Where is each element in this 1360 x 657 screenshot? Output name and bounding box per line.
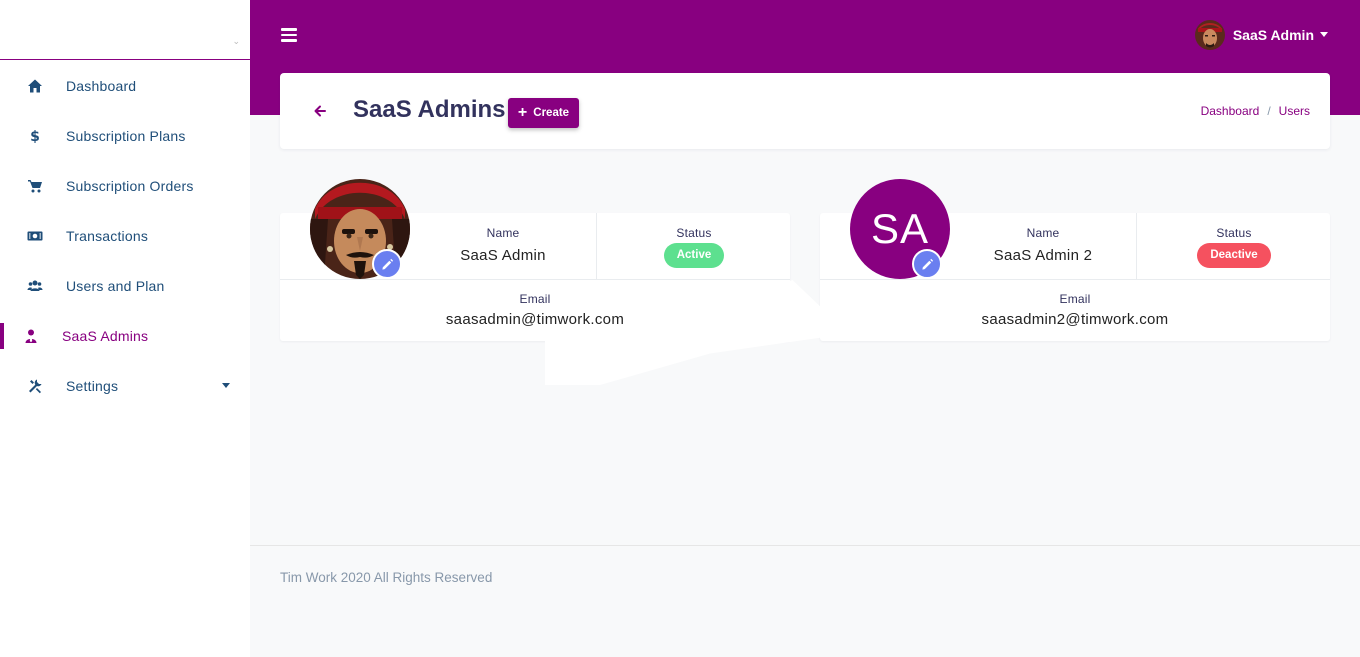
admin-card: SA Name SaaS Admin 2 Status Deactive Ema… <box>820 179 1330 341</box>
chevron-down-icon <box>1320 31 1328 37</box>
admin-status-cell: Status Active <box>598 213 790 279</box>
admin-email: saasadmin2@timwork.com <box>981 311 1169 328</box>
admin-name: SaaS Admin 2 <box>993 247 1093 264</box>
admin-status-cell: Status Deactive <box>1138 213 1330 279</box>
brand-area: ⌄ <box>0 0 250 60</box>
back-arrow-icon[interactable] <box>312 101 328 121</box>
sidebar-item-settings[interactable]: Settings <box>0 361 250 411</box>
cart-icon <box>26 177 44 195</box>
page-title: SaaS Admins <box>353 96 506 123</box>
email-label: Email <box>519 292 551 306</box>
breadcrumb-users[interactable]: Users <box>1279 104 1310 118</box>
edit-pencil-icon[interactable] <box>912 249 942 279</box>
tools-icon <box>26 377 44 395</box>
user-menu[interactable]: SaaS Admin <box>1194 20 1328 50</box>
email-label: Email <box>1059 292 1091 306</box>
sidebar-item-label: Subscription Orders <box>66 178 194 194</box>
admin-avatar <box>310 179 410 279</box>
admin-name-cell: Name SaaS Admin <box>410 213 597 279</box>
status-badge: Active <box>663 243 725 268</box>
admin-name-cell: Name SaaS Admin 2 <box>950 213 1137 279</box>
svg-text:$: $ <box>30 129 40 144</box>
name-label: Name <box>1026 226 1060 240</box>
admin-email-cell: Email saasadmin2@timwork.com <box>820 279 1330 341</box>
sidebar-item-subscription-orders[interactable]: Subscription Orders <box>0 161 250 211</box>
breadcrumb-dashboard[interactable]: Dashboard <box>1201 104 1260 118</box>
page-header-card: SaaS Admins + Create Dashboard / Users <box>280 73 1330 149</box>
sidebar-item-dashboard[interactable]: Dashboard <box>0 61 250 111</box>
sidebar-item-saas-admins[interactable]: SaaS Admins <box>0 311 250 361</box>
breadcrumb-separator: / <box>1267 104 1271 118</box>
status-label: Status <box>676 226 712 240</box>
sidebar-item-label: Transactions <box>66 228 149 244</box>
users-icon <box>26 277 44 295</box>
sidebar-item-transactions[interactable]: Transactions <box>0 211 250 261</box>
sidebar-item-label: Dashboard <box>66 78 137 94</box>
sidebar-item-subscription-plans[interactable]: $ Subscription Plans <box>0 111 250 161</box>
create-button[interactable]: + Create <box>508 98 579 128</box>
footer-copyright: Tim Work 2020 All Rights Reserved <box>280 570 493 585</box>
admin-avatar: SA <box>850 179 950 279</box>
status-badge: Deactive <box>1197 243 1271 268</box>
name-label: Name <box>486 226 520 240</box>
dollar-icon: $ <box>26 127 44 145</box>
brand-hint: ⌄ <box>232 36 240 46</box>
status-label: Status <box>1216 226 1252 240</box>
money-icon <box>26 227 44 245</box>
sidebar-nav: Dashboard $ Subscription Plans Subscript… <box>0 61 250 411</box>
sidebar-item-label: Settings <box>66 378 119 394</box>
sidebar-item-label: SaaS Admins <box>62 328 149 344</box>
user-name: SaaS Admin <box>1232 27 1314 43</box>
chevron-down-icon <box>222 383 230 388</box>
create-button-label: Create <box>533 107 570 119</box>
avatar <box>1194 20 1225 50</box>
menu-toggle-icon[interactable] <box>281 28 297 42</box>
user-tie-icon <box>22 327 40 345</box>
sidebar-item-label: Users and Plan <box>66 278 165 294</box>
edit-pencil-icon[interactable] <box>372 249 402 279</box>
home-icon <box>26 77 44 95</box>
breadcrumb: Dashboard / Users <box>1201 104 1310 118</box>
admin-name: SaaS Admin <box>460 247 546 264</box>
sidebar-item-users-and-plan[interactable]: Users and Plan <box>0 261 250 311</box>
sidebar-item-label: Subscription Plans <box>66 128 186 144</box>
footer: Tim Work 2020 All Rights Reserved <box>250 545 1360 657</box>
plus-icon: + <box>517 104 528 121</box>
sidebar: ⌄ Dashboard $ Subscription Plans Subscri… <box>0 0 250 657</box>
